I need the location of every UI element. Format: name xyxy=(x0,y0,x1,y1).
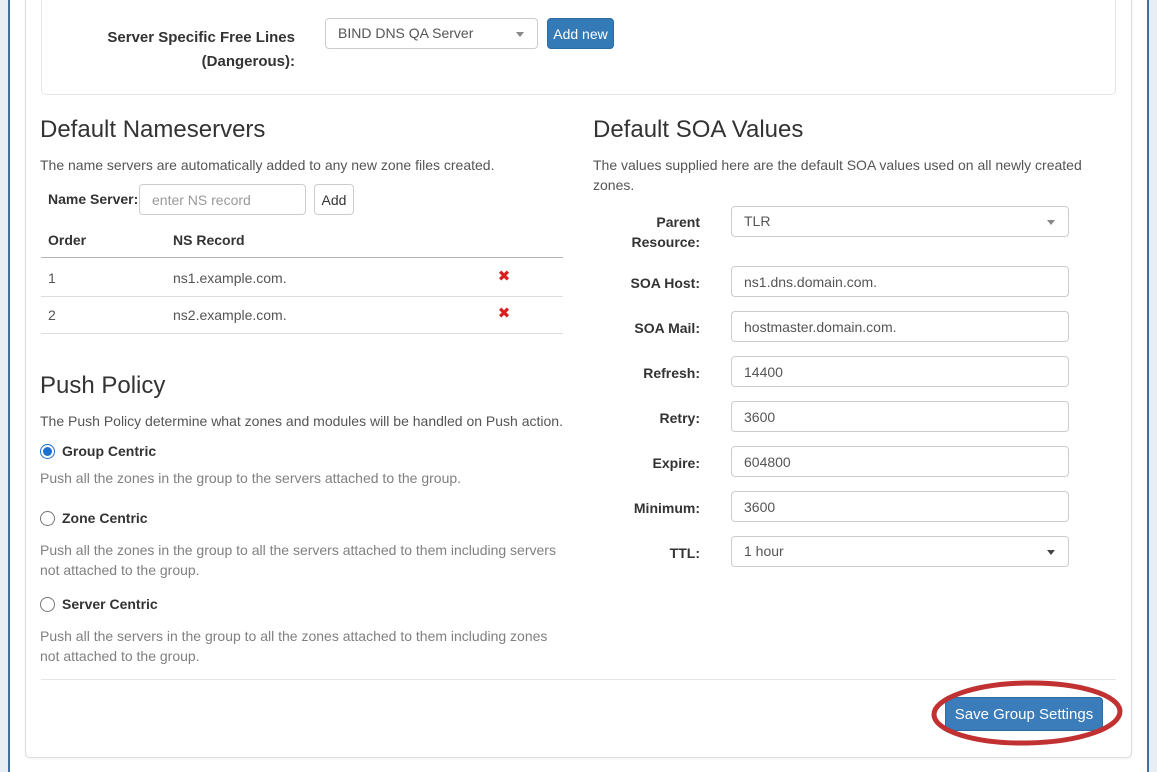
soa-host-input[interactable] xyxy=(731,266,1069,297)
group-centric-radio[interactable] xyxy=(40,444,55,459)
soa-host-label: SOA Host: xyxy=(580,273,700,293)
server-select-dropdown[interactable]: BIND DNS QA Server xyxy=(325,18,538,49)
retry-input[interactable] xyxy=(731,401,1069,432)
ns-order-cell: 2 xyxy=(48,307,56,323)
push-policy-subtitle: The Push Policy determine what zones and… xyxy=(40,411,563,431)
radio-option-group-centric[interactable]: Group Centric xyxy=(40,441,156,461)
server-select-value: BIND DNS QA Server xyxy=(338,25,473,41)
zone-centric-description: Push all the zones in the group to all t… xyxy=(40,540,556,580)
ttl-dropdown[interactable]: 1 hour xyxy=(731,536,1069,567)
group-centric-label[interactable]: Group Centric xyxy=(62,443,156,459)
delete-ns-icon[interactable]: ✖ xyxy=(494,306,514,322)
add-ns-button[interactable]: Add xyxy=(314,184,354,215)
ns-order-cell: 1 xyxy=(48,270,56,286)
server-free-lines-label: Server Specific Free Lines (Dangerous): xyxy=(85,26,295,74)
ns-record-cell: ns1.example.com. xyxy=(173,270,287,286)
ns-record-input[interactable] xyxy=(139,184,306,215)
default-soa-title: Default SOA Values xyxy=(593,116,803,144)
zone-centric-radio[interactable] xyxy=(40,511,55,526)
group-centric-description: Push all the zones in the group to the s… xyxy=(40,468,461,488)
parent-resource-label: Parent Resource: xyxy=(580,212,700,252)
push-policy-title: Push Policy xyxy=(40,372,165,400)
parent-resource-value: TLR xyxy=(744,213,770,229)
expire-label: Expire: xyxy=(580,453,700,473)
default-soa-subtitle: The values supplied here are the default… xyxy=(593,155,1093,195)
add-new-button[interactable]: Add new xyxy=(547,18,614,49)
soa-mail-input[interactable] xyxy=(731,311,1069,342)
ttl-value: 1 hour xyxy=(744,543,784,559)
zone-centric-label[interactable]: Zone Centric xyxy=(62,510,148,526)
ttl-label: TTL: xyxy=(580,543,700,563)
ns-record-cell: ns2.example.com. xyxy=(173,307,287,323)
retry-label: Retry: xyxy=(580,408,700,428)
page-viewport: Server Specific Free Lines (Dangerous): … xyxy=(0,0,1157,772)
frame-border-left xyxy=(8,0,10,772)
default-nameservers-subtitle: The name servers are automatically added… xyxy=(40,155,494,175)
chevron-down-icon xyxy=(1047,220,1055,225)
parent-resource-dropdown[interactable]: TLR xyxy=(731,206,1069,237)
table-row-divider xyxy=(41,296,563,297)
expire-input[interactable] xyxy=(731,446,1069,477)
chevron-down-icon xyxy=(516,32,524,37)
default-nameservers-title: Default Nameservers xyxy=(40,116,265,144)
save-group-settings-button[interactable]: Save Group Settings xyxy=(945,697,1103,731)
server-centric-radio[interactable] xyxy=(40,597,55,612)
name-server-label: Name Server: xyxy=(48,191,138,207)
refresh-input[interactable] xyxy=(731,356,1069,387)
footer-divider xyxy=(41,679,1116,680)
table-header-ns-record: NS Record xyxy=(173,232,245,248)
chevron-down-icon xyxy=(1047,550,1055,555)
table-row-divider xyxy=(41,333,563,334)
frame-strip-left xyxy=(0,0,8,772)
server-centric-description: Push all the servers in the group to all… xyxy=(40,626,547,666)
radio-option-server-centric[interactable]: Server Centric xyxy=(40,594,158,614)
refresh-label: Refresh: xyxy=(580,363,700,383)
table-header-order: Order xyxy=(48,232,86,248)
soa-mail-label: SOA Mail: xyxy=(580,318,700,338)
server-centric-label[interactable]: Server Centric xyxy=(62,596,158,612)
delete-ns-icon[interactable]: ✖ xyxy=(494,269,514,285)
minimum-input[interactable] xyxy=(731,491,1069,522)
minimum-label: Minimum: xyxy=(580,498,700,518)
frame-strip-right xyxy=(1149,0,1157,772)
radio-option-zone-centric[interactable]: Zone Centric xyxy=(40,508,148,528)
table-header-divider xyxy=(41,257,563,258)
